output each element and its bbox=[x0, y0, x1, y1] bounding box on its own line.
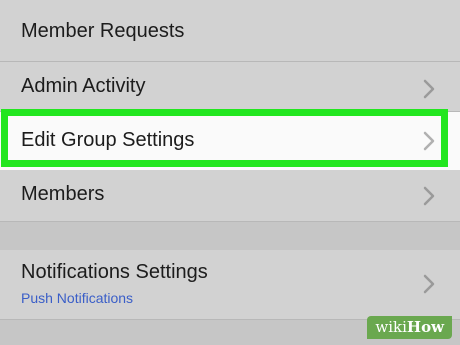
list-item-admin-activity[interactable]: Admin Activity bbox=[0, 62, 460, 112]
list-item-sublabel: Push Notifications bbox=[21, 290, 134, 306]
watermark-prefix: wiki bbox=[375, 318, 407, 336]
list-item-label: Edit Group Settings bbox=[21, 129, 195, 151]
list-item-members[interactable]: Members bbox=[0, 170, 460, 222]
watermark-suffix: How bbox=[406, 318, 444, 336]
list-item-edit-group-settings[interactable]: Edit Group Settings bbox=[0, 112, 460, 170]
list-item-label: Notifications Settings bbox=[21, 261, 208, 283]
chevron-right-icon bbox=[423, 186, 435, 206]
chevron-right-icon bbox=[423, 79, 435, 99]
list-item-label: Member Requests bbox=[21, 20, 185, 42]
section-divider bbox=[0, 222, 460, 250]
list-item-notifications-settings[interactable]: Notifications Settings Push Notification… bbox=[0, 250, 460, 320]
chevron-right-icon bbox=[423, 274, 435, 294]
wikihow-watermark: wikiHow bbox=[367, 316, 452, 339]
list-item-member-requests[interactable]: Member Requests bbox=[0, 0, 460, 62]
chevron-right-icon bbox=[423, 131, 435, 151]
list-item-label: Members bbox=[21, 183, 105, 205]
list-item-label: Admin Activity bbox=[21, 75, 146, 97]
